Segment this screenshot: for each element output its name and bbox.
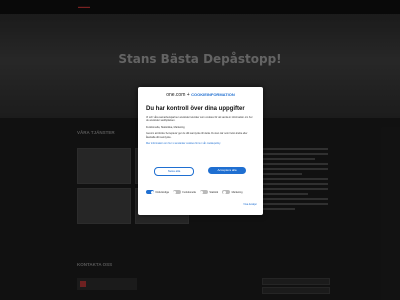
cookie-policy-link[interactable]: Mer information om hur vi använder cooki… [146, 142, 255, 145]
modal-paragraph: Funktionella, Statistiska, Marketing [146, 125, 185, 129]
toggle-functional[interactable]: Funktionella [172, 190, 196, 194]
toggle-label: Marketing [231, 190, 243, 194]
toggle-label: Nödvändiga [155, 190, 169, 194]
toggle-necessary[interactable]: Nödvändiga [146, 190, 169, 194]
cookie-consent-modal: one.com + COOKIEINFORMATION Du har kontr… [138, 87, 263, 215]
consent-toggles: Nödvändiga Funktionella Statistik Market… [146, 190, 258, 194]
onecom-logo: one.com [166, 92, 186, 98]
toggle-switch[interactable] [222, 190, 231, 194]
deny-all-button[interactable]: Neka alla [154, 167, 194, 176]
modal-title: Du har kontroll över dina uppgifter [146, 106, 245, 112]
modal-paragraph: Genom att klicka 'Acceptera' ger du ditt… [146, 132, 248, 139]
cookieinformation-logo: COOKIEINFORMATION [191, 92, 235, 97]
accept-all-button[interactable]: Acceptera alla [208, 167, 246, 174]
modal-brand: one.com + COOKIEINFORMATION [166, 92, 235, 98]
toggle-label: Funktionella [182, 190, 196, 194]
toggle-switch[interactable] [172, 190, 181, 194]
toggle-statistics[interactable]: Statistik [199, 190, 219, 194]
toggle-switch[interactable] [199, 190, 208, 194]
modal-body: Vi och våra samarbetspartner använder te… [146, 116, 255, 148]
toggle-marketing[interactable]: Marketing [222, 190, 243, 194]
toggle-switch[interactable] [146, 190, 154, 194]
details-link[interactable]: Visa detaljer [243, 203, 257, 206]
toggle-label: Statistik [209, 190, 219, 194]
modal-paragraph: Vi och våra samarbetspartner använder te… [146, 116, 253, 123]
